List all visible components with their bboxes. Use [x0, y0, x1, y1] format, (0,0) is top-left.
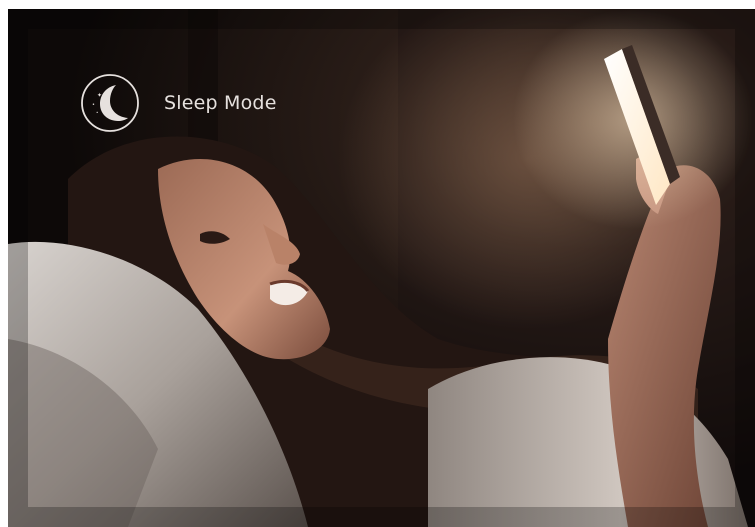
svg-text:✦: ✦ — [97, 92, 102, 99]
svg-text:•: • — [96, 110, 98, 115]
moon-stars-icon: ✦ • ★ • — [81, 74, 139, 132]
photo-frame: ✦ • ★ • Sleep Mode — [8, 9, 755, 527]
svg-text:★: ★ — [101, 99, 108, 108]
svg-text:•: • — [92, 102, 95, 108]
sleep-mode-label: Sleep Mode — [164, 92, 277, 114]
sleep-mode-badge: ✦ • ★ • Sleep Mode — [80, 73, 277, 133]
